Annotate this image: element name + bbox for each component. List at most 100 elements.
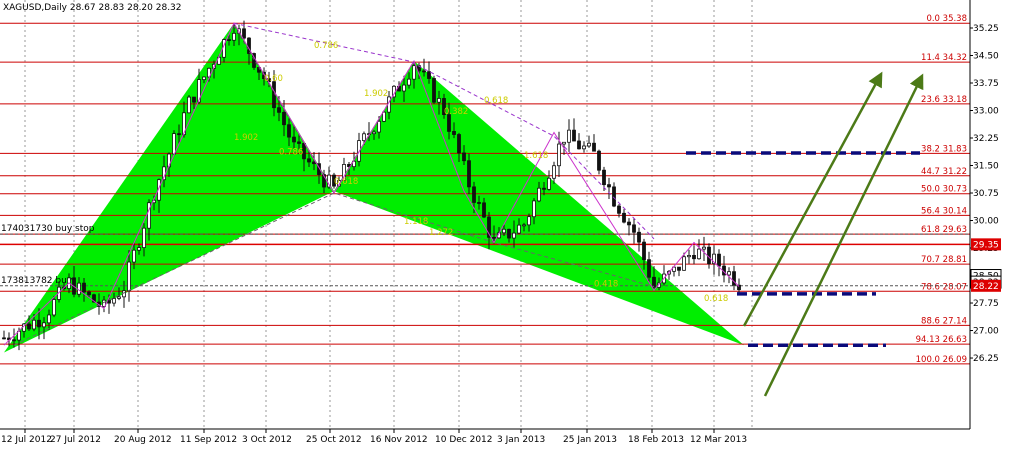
candle-body [132,249,136,263]
candle-body [582,145,586,150]
y-tick-label: 30.75 [973,189,999,199]
chart-title: XAGUSD,Daily 28.67 28.83 28.20 28.32 [3,3,182,13]
candle-body [567,129,571,143]
candle-body [127,261,131,292]
candle-body [47,314,51,324]
y-tick-label: 27.00 [973,327,999,337]
candle-body [692,255,696,260]
candle-body [557,143,561,167]
candle-body [467,160,471,188]
chart-root: 0.0 35.38 11.4 34.32 23.6 33.18 38.2 31.83 4… [0,0,1010,448]
x-tick-label: 18 Feb 2013 [628,435,684,445]
harmonic-ratio-label: 0.786 [279,148,303,158]
fib-level-label: 70.7 28.81 [921,255,967,265]
x-tick-label: 20 Aug 2012 [114,435,172,445]
candle-body [707,246,711,265]
candle-body [437,98,441,103]
candle-body [227,39,231,41]
candle-body [702,246,706,250]
candle-body [292,136,296,143]
harmonic-ratio-label: 0.60 [264,74,283,84]
candle-body [2,337,6,340]
candle-body [482,202,486,218]
harmonic-ratio-label: 0.786 [314,41,338,51]
candle-body [477,202,481,204]
candle-body [87,291,91,296]
candle-body [457,134,461,154]
candle-body [622,212,626,223]
harmonic-ratio-label: 0.618 [704,294,728,304]
price-tag-label: 29.35 [973,240,999,250]
x-tick-label: 3 Jan 2013 [497,435,545,445]
candle-body [307,158,311,163]
candle-body [27,323,31,330]
candle-body [592,142,596,152]
candle-body [492,236,496,239]
candle-body [572,129,576,142]
harmonic-ratio-label: 0.418 [594,280,618,290]
candle-body [502,228,506,234]
candle-body [82,282,86,293]
y-tick-label: 33.75 [973,79,999,89]
x-tick-label: 3 Oct 2012 [242,435,292,445]
candle-body [607,184,611,188]
y-tick-label: 33.00 [973,107,999,117]
candle-body [402,84,406,92]
harmonic-ratio-label: 0.382 [444,107,468,117]
candle-body [547,177,551,190]
fib-level-label: 88.6 27.14 [921,316,967,326]
candle-body [287,124,291,138]
x-tick-label: 12 Mar 2013 [690,435,747,445]
order-label: 174031730 buy stop [1,224,95,234]
fib-level-label: 44.7 31.22 [921,167,967,177]
fib-level-label: 78.6 28.07 [921,282,967,292]
price-tag-label: 28.22 [973,282,999,292]
y-tick-label: 32.25 [973,134,999,144]
fib-level-label: 56.4 30.14 [921,206,967,216]
x-tick-label: 12 Jul 2012 [1,435,52,445]
candle-body [642,241,646,261]
candle-body [412,65,416,80]
candle-body [202,76,206,80]
candle-body [617,205,621,214]
candle-body [472,186,476,203]
candle-body [42,322,46,328]
x-tick-label: 10 Dec 2012 [435,435,493,445]
candle-body [552,165,556,179]
candle-body [597,150,601,171]
candle-body [587,142,591,147]
candle-body [677,266,681,271]
fib-level-label: 11.4 34.32 [921,53,967,63]
candle-body [232,32,236,41]
candle-body [242,28,246,39]
candle-body [517,224,521,234]
candle-body [687,255,691,258]
fib-level-label: 100.0 26.09 [916,355,967,365]
fib-level-label: 94.13 26.63 [916,335,967,345]
candle-body [462,152,466,162]
y-tick-label: 31.50 [973,162,999,172]
x-tick-label: 16 Nov 2012 [370,435,428,445]
candle-body [112,298,116,304]
candle-body [142,227,146,248]
candle-body [527,216,531,226]
candle-body [532,200,536,218]
candle-body [77,282,81,295]
x-tick-label: 25 Oct 2012 [306,435,362,445]
candle-body [37,319,41,328]
candle-body [717,253,721,267]
forecast-arrow [763,73,924,397]
candle-body [372,131,376,135]
candle-body [407,78,411,86]
candle-body [277,107,281,113]
candle-body [452,131,456,135]
candle-body [507,228,511,239]
candle-body [137,247,141,251]
candle-body [297,141,301,144]
candle-body [32,319,36,330]
candle-body [187,96,191,114]
candle-body [362,133,366,142]
candle-body [612,186,616,207]
candle-body [12,339,16,342]
candle-body [697,248,701,260]
